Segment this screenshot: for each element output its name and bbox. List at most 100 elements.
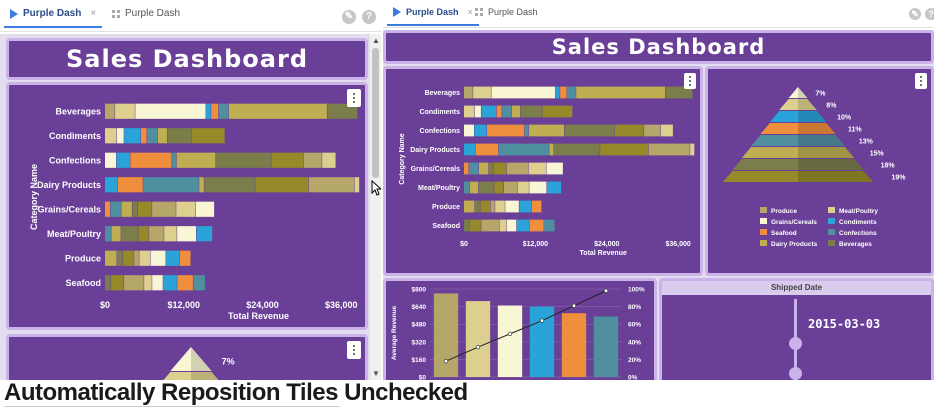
- bar-segment: [105, 177, 118, 193]
- category-label: Beverages: [55, 106, 101, 116]
- play-icon: [393, 7, 401, 17]
- tab-purple-dash[interactable]: Purple Dash: [475, 7, 538, 17]
- tab-purple-dash-active[interactable]: Purple Dash ×: [387, 7, 479, 26]
- legend-swatch: [828, 207, 835, 213]
- legend-label: Grains/Cereals: [771, 219, 817, 226]
- bar-segment: [150, 250, 166, 266]
- bar-segment: [469, 219, 481, 232]
- bar-segment: [464, 143, 476, 156]
- scroll-up-icon[interactable]: ▲: [372, 36, 380, 45]
- bar-segment: [115, 103, 135, 119]
- help-icon[interactable]: ?: [925, 8, 934, 20]
- close-icon[interactable]: ×: [90, 8, 96, 19]
- title-tile[interactable]: Sales Dashboard: [6, 38, 368, 80]
- bar-segment: [528, 124, 565, 137]
- legend-label: Condiments: [839, 219, 877, 226]
- legend-label: Beverages: [839, 241, 872, 248]
- bar-segment: [303, 152, 322, 168]
- title-tile[interactable]: Sales Dashboard: [383, 30, 934, 64]
- bar-segment: [228, 103, 327, 119]
- bar-segment: [644, 124, 661, 137]
- bar-segment: [124, 275, 144, 291]
- bar: [433, 293, 459, 377]
- y2-tick-label: 20%: [628, 357, 641, 364]
- scroll-down-icon[interactable]: ▼: [372, 369, 380, 378]
- legend-swatch: [828, 240, 835, 246]
- pyramid-tile-partial[interactable]: 7%8%10%: [6, 334, 368, 380]
- help-icon[interactable]: ?: [362, 10, 376, 24]
- bar-segment: [564, 124, 615, 137]
- scroll-thumb[interactable]: [372, 48, 379, 178]
- bar-segment: [149, 226, 164, 242]
- x-tick-label: $24,000: [246, 300, 279, 310]
- tab-purple-dash[interactable]: Purple Dash: [112, 8, 180, 19]
- bar-segment: [464, 124, 474, 137]
- bar-segment: [196, 226, 213, 242]
- bar-segment: [690, 143, 695, 156]
- shipped-date-tile[interactable]: Shipped Date 2015-03-03: [659, 278, 934, 380]
- tab-purple-dash-active[interactable]: Purple Dash ×: [3, 8, 103, 28]
- bar-segment: [105, 103, 115, 119]
- pyramid-percent-label: 10%: [837, 114, 852, 121]
- tile-menu-icon[interactable]: [347, 341, 361, 359]
- revenue-bar-chart: Beverages Condiments Confections Dairy Prod…: [29, 103, 360, 321]
- legend-swatch: [828, 229, 835, 235]
- bar-segment: [487, 124, 525, 137]
- y-axis-label: Category Name: [29, 164, 39, 230]
- x-tick-label: $36,000: [325, 300, 358, 310]
- combo-chart-tile[interactable]: $800 $640 $480 $320 $160 $0 100% 80% 60% 40% 20% 0%…: [383, 278, 657, 380]
- legend-label: Seafood: [771, 230, 797, 237]
- bar-segment: [498, 143, 549, 156]
- bar-segment: [105, 201, 110, 217]
- bar-segment: [134, 250, 139, 266]
- bar-segment: [529, 181, 547, 194]
- category-label: Confections: [49, 155, 101, 165]
- slider-handle[interactable]: [789, 367, 802, 380]
- bar-segment: [167, 128, 191, 144]
- bar-segment: [464, 105, 475, 118]
- grid-icon: [475, 8, 483, 16]
- x-axis-label: Total Revenue: [228, 311, 289, 321]
- bar-segment: [121, 226, 138, 242]
- bar-segment: [123, 250, 134, 266]
- bar-chart-tile[interactable]: Beverages Condiments Confections Dairy Prod…: [383, 66, 703, 276]
- tab-label: Purple Dash: [488, 7, 538, 17]
- category-label: Seafood: [65, 278, 101, 288]
- tile-menu-icon[interactable]: [915, 73, 927, 89]
- wrench-icon[interactable]: ✎: [342, 10, 356, 24]
- bar-chart-tile[interactable]: Beverages Condiments Confections Dairy Prod…: [6, 82, 368, 330]
- pyramid-tile[interactable]: 7% 8% 10% 11% 13% 15% 18% 19% Produce Meat/Poultr…: [705, 66, 934, 276]
- bar-segment: [517, 181, 529, 194]
- vertical-scrollbar[interactable]: ▲ ▼: [370, 34, 381, 380]
- bar-segment: [468, 162, 479, 175]
- pyramid-layer-shade: [798, 135, 845, 146]
- caption-divider: [4, 406, 340, 407]
- bar-segment: [117, 177, 143, 193]
- category-label: Dairy Products: [410, 147, 460, 154]
- cumulative-point: [539, 318, 545, 323]
- legend-label: Produce: [771, 208, 797, 215]
- pyramid-layer-shade: [798, 111, 827, 122]
- tile-menu-icon[interactable]: [684, 73, 696, 89]
- bar-segment: [506, 219, 517, 232]
- bar-segment: [511, 105, 521, 118]
- pyramid-layer-shade: [798, 99, 817, 110]
- bar-segment: [176, 152, 216, 168]
- cumulative-point: [603, 288, 609, 293]
- bar: [593, 316, 619, 377]
- pyramid-percent-label: 15%: [870, 150, 885, 157]
- bar-segment: [464, 219, 469, 232]
- x-tick-label: $36,000: [665, 241, 690, 248]
- tile-menu-icon[interactable]: [347, 89, 361, 107]
- bar-segment: [111, 226, 121, 242]
- category-label: Condiments: [420, 109, 461, 116]
- wrench-icon[interactable]: ✎: [909, 8, 921, 20]
- x-tick-label: $12,000: [167, 300, 200, 310]
- bar-segment: [116, 152, 130, 168]
- bar-segment: [199, 177, 204, 193]
- bar-segment: [322, 152, 336, 168]
- close-icon[interactable]: ×: [468, 7, 473, 17]
- slider-handle[interactable]: [789, 337, 802, 350]
- bar-segment: [567, 86, 576, 99]
- bar-segment: [495, 200, 505, 213]
